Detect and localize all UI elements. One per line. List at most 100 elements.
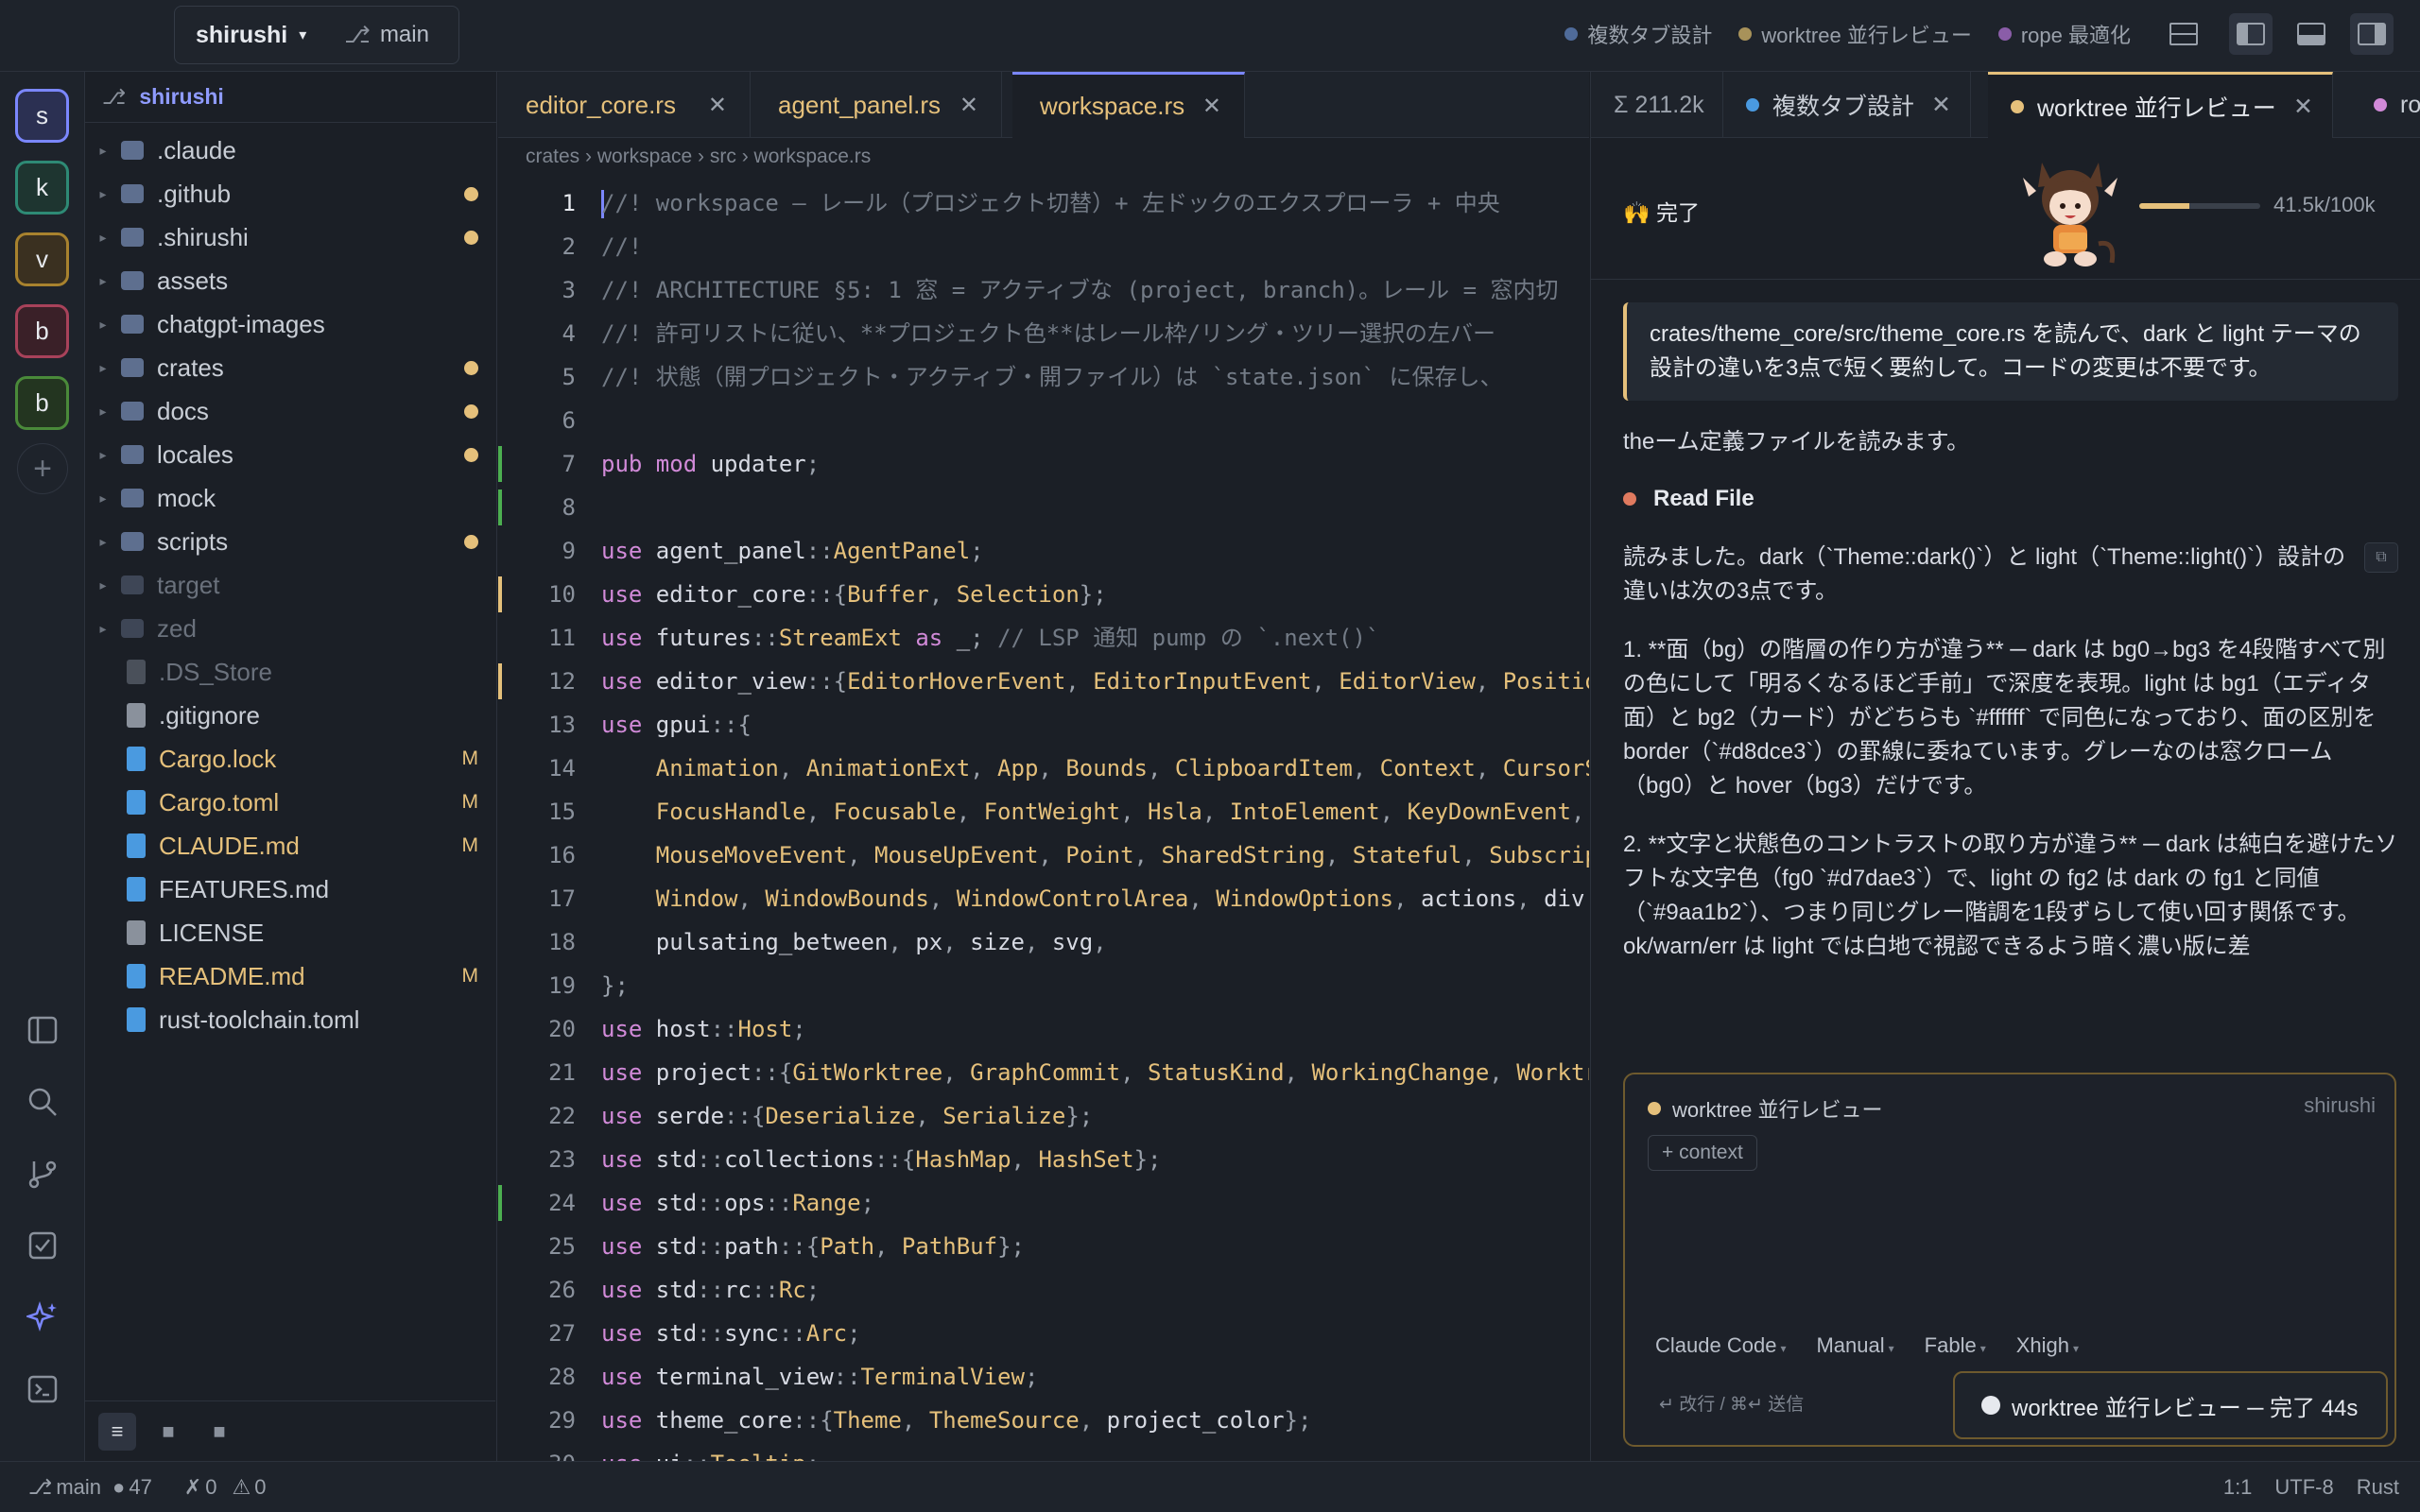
- rail-project-v[interactable]: v: [15, 232, 69, 286]
- project-switcher[interactable]: shirushi ▾ ⎇ main: [174, 6, 459, 64]
- add-project-button[interactable]: +: [17, 443, 68, 494]
- tree-file[interactable]: FEATURES.md: [85, 868, 495, 911]
- rail-project-k[interactable]: k: [15, 161, 69, 215]
- error-icon: ✗: [183, 1474, 202, 1499]
- git-button[interactable]: [24, 1155, 61, 1193]
- chevron-right-icon[interactable]: ▸: [85, 317, 121, 333]
- tree-folder[interactable]: ▸ target: [85, 563, 495, 607]
- code-token: gpui: [655, 712, 711, 738]
- tab-editor-core[interactable]: editor_core.rs ✕: [498, 72, 751, 138]
- tree-file[interactable]: rust-toolchain.toml: [85, 998, 495, 1041]
- code-token: ::: [697, 1146, 725, 1173]
- tab-rope[interactable]: ro: [2351, 72, 2420, 138]
- conversation: crates/theme_core/src/theme_core.rs を読んで…: [1623, 302, 2398, 988]
- tree-file[interactable]: .DS_Store: [85, 650, 495, 694]
- answer-intro: 読みました。dark（`Theme::dark()`）と light（`Them…: [1623, 544, 2346, 604]
- breadcrumb[interactable]: crates › workspace › src › workspace.rs: [526, 146, 871, 168]
- tree-file[interactable]: Cargo.lock M: [85, 737, 495, 781]
- folder-icon: [121, 184, 144, 203]
- tree-folder[interactable]: ▸ crates: [85, 346, 495, 389]
- task-item[interactable]: 複数タブ設計: [1564, 19, 1712, 49]
- status-warnings[interactable]: ⚠ 0: [233, 1475, 267, 1500]
- rail-project-s[interactable]: s: [15, 89, 69, 143]
- add-context-button[interactable]: + context: [1648, 1135, 1757, 1171]
- tree-folder[interactable]: ▸ scripts: [85, 520, 495, 563]
- split-rows-button[interactable]: [2162, 13, 2205, 55]
- toggle-bottom-dock-button[interactable]: [2290, 13, 2333, 55]
- tree-folder[interactable]: ▸ zed: [85, 607, 495, 650]
- status-changes[interactable]: ● 47: [112, 1475, 152, 1500]
- tree-folder[interactable]: ▸ .claude: [85, 129, 495, 172]
- rail-project-b[interactable]: b: [15, 304, 69, 358]
- chevron-right-icon[interactable]: ▸: [85, 143, 121, 159]
- code-area[interactable]: //! workspace — レール（プロジェクト切替）+ 左ドックのエクスプ…: [601, 181, 1589, 1461]
- search-button[interactable]: [24, 1083, 61, 1121]
- tab-workspace[interactable]: workspace.rs ✕: [1012, 72, 1245, 138]
- tree-file[interactable]: LICENSE: [85, 911, 495, 954]
- terminal-button[interactable]: [24, 1370, 61, 1408]
- chevron-right-icon[interactable]: ▸: [85, 621, 121, 637]
- code-token: std: [655, 1320, 698, 1347]
- effort-select[interactable]: Xhigh ▾: [2016, 1333, 2079, 1358]
- branch-icon: ⎇: [28, 1474, 53, 1499]
- tree-folder[interactable]: ▸ .github: [85, 172, 495, 215]
- agent-button[interactable]: [24, 1298, 61, 1336]
- rail-project-b-2[interactable]: b: [15, 376, 69, 430]
- tool-call-read-file[interactable]: Read File: [1623, 482, 2398, 516]
- completion-toast[interactable]: worktree 並行レビュー ─ 完了 44s: [1953, 1371, 2388, 1439]
- tree-folder[interactable]: ▸ .shirushi: [85, 215, 495, 259]
- tab-worktree-review[interactable]: worktree 並行レビュー ✕: [1988, 72, 2333, 138]
- chevron-right-icon[interactable]: ▸: [85, 577, 121, 593]
- toggle-left-dock-button[interactable]: [2229, 13, 2273, 55]
- model-select[interactable]: Fable ▾: [1925, 1333, 1986, 1358]
- tab-agent-panel[interactable]: agent_panel.rs ✕: [751, 72, 1002, 138]
- tree-folder[interactable]: ▸ locales: [85, 433, 495, 476]
- chevron-right-icon[interactable]: ▸: [85, 360, 121, 376]
- status-branch[interactable]: ⎇ main: [28, 1475, 101, 1500]
- sidebar-toggle-button[interactable]: [24, 1011, 61, 1049]
- language-mode[interactable]: Rust: [2357, 1475, 2399, 1500]
- chevron-right-icon[interactable]: ▸: [85, 490, 121, 507]
- list-view-button[interactable]: ≡: [98, 1412, 136, 1451]
- grid-view-button[interactable]: ■: [200, 1413, 238, 1451]
- chevron-right-icon[interactable]: ▸: [85, 404, 121, 420]
- close-icon[interactable]: ✕: [1931, 91, 1951, 119]
- file-encoding[interactable]: UTF-8: [2274, 1475, 2333, 1500]
- tree-file[interactable]: Cargo.toml M: [85, 781, 495, 824]
- task-item[interactable]: rope 最適化: [1997, 19, 2131, 49]
- toggle-right-dock-button[interactable]: [2350, 13, 2394, 55]
- agent-select[interactable]: Claude Code ▾: [1655, 1333, 1786, 1358]
- chevron-right-icon[interactable]: ▸: [85, 273, 121, 289]
- close-icon[interactable]: ✕: [2293, 93, 2313, 121]
- code-token: ,: [1311, 668, 1340, 695]
- tree-folder[interactable]: ▸ chatgpt-images: [85, 302, 495, 346]
- explorer-root-name[interactable]: shirushi: [139, 84, 223, 110]
- tab-multi-tab-design[interactable]: 複数タブ設計 ✕: [1723, 72, 1971, 138]
- tasks-button[interactable]: [24, 1227, 61, 1264]
- close-icon[interactable]: ✕: [708, 92, 727, 119]
- close-icon[interactable]: ✕: [959, 92, 978, 119]
- approval-mode-select[interactable]: Manual ▾: [1816, 1333, 1893, 1358]
- task-item[interactable]: worktree 並行レビュー: [1738, 19, 1972, 49]
- tree-folder[interactable]: ▸ mock: [85, 476, 495, 520]
- tree-folder[interactable]: ▸ assets: [85, 259, 495, 302]
- copy-icon[interactable]: ⧉: [2364, 542, 2398, 573]
- square-icon: ■: [162, 1418, 175, 1443]
- tree-folder[interactable]: ▸ docs: [85, 389, 495, 433]
- status-errors[interactable]: ✗ 0: [184, 1475, 217, 1500]
- chevron-right-icon[interactable]: ▸: [85, 534, 121, 550]
- cursor-position[interactable]: 1:1: [2223, 1475, 2253, 1500]
- tree-file[interactable]: CLAUDE.md M: [85, 824, 495, 868]
- chevron-right-icon[interactable]: ▸: [85, 230, 121, 246]
- code-line: FocusHandle, Focusable, FontWeight, Hsla…: [601, 790, 1589, 833]
- chevron-right-icon[interactable]: ▸: [85, 447, 121, 463]
- code-token: ::: [751, 1277, 779, 1303]
- code-token: EditorHoverEvent: [847, 668, 1066, 695]
- chevron-right-icon[interactable]: ▸: [85, 186, 121, 202]
- panel-view-button[interactable]: ■: [149, 1413, 187, 1451]
- tree-file[interactable]: README.md M: [85, 954, 495, 998]
- close-icon[interactable]: ✕: [1202, 93, 1221, 120]
- tree-file[interactable]: .gitignore: [85, 694, 495, 737]
